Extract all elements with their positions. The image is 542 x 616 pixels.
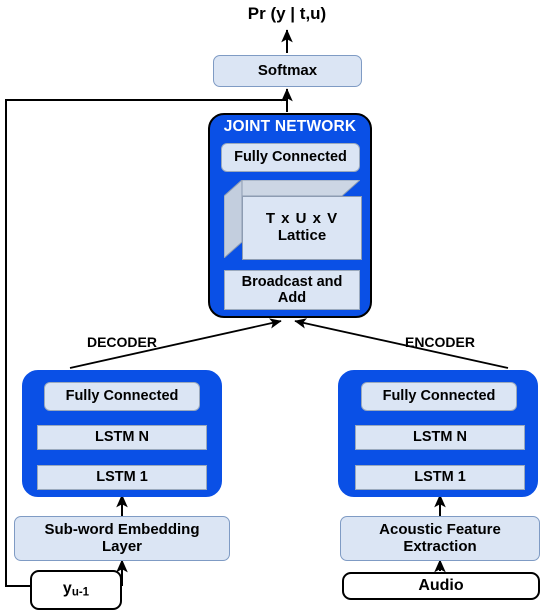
decoder-lstm-n[interactable]: LSTM N: [37, 425, 207, 450]
decoder-section-label-text: DECODER: [86, 334, 157, 351]
embedding-label-line1: Sub-word Embedding: [44, 520, 200, 538]
previous-token-node[interactable]: yu-1: [30, 570, 122, 610]
decoder-lstm-1[interactable]: LSTM 1: [37, 465, 207, 490]
embedding-label-line2: Layer: [101, 537, 143, 555]
encoder-fully-connected[interactable]: Fully Connected: [361, 382, 517, 411]
joint-fully-connected-label: Fully Connected: [234, 149, 347, 166]
decoder-layer-label: LSTM 1: [96, 469, 148, 486]
acoustic-feature-extraction[interactable]: Acoustic Feature Extraction: [340, 516, 540, 561]
encoder-section-label: ENCODER: [362, 333, 518, 353]
joint-network-title-text: JOINT NETWORK: [223, 118, 357, 136]
lattice-label-line1: T x U x V: [265, 210, 339, 228]
encoder-layer-label: Fully Connected: [382, 388, 496, 405]
lattice-label-line2: Lattice: [277, 227, 327, 244]
audio-source-label: Audio: [418, 577, 464, 595]
joint-network-title: JOINT NETWORK: [208, 116, 372, 138]
encoder-layer-label: LSTM 1: [414, 469, 466, 486]
softmax-label: Softmax: [257, 61, 318, 79]
acoustic-label-line2: Extraction: [403, 537, 477, 555]
joint-fully-connected[interactable]: Fully Connected: [221, 143, 360, 172]
broadcast-label-line1: Broadcast and: [241, 273, 343, 290]
previous-token-symbol: y: [62, 580, 72, 598]
previous-token-label: yu-1: [63, 580, 89, 599]
encoder-lstm-1[interactable]: LSTM 1: [355, 465, 525, 490]
audio-source-node[interactable]: Audio: [342, 572, 540, 600]
output-probability-text: Pr (y | t,u): [247, 4, 327, 24]
softmax-node[interactable]: Softmax: [213, 55, 362, 87]
broadcast-and-add-node[interactable]: Broadcast and Add: [224, 270, 360, 310]
encoder-lstm-n[interactable]: LSTM N: [355, 425, 525, 450]
decoder-section-label: DECODER: [44, 333, 200, 353]
decoder-layer-label: LSTM N: [95, 429, 149, 446]
lattice-front-face: T x U x V Lattice: [242, 196, 362, 260]
output-probability-label: Pr (y | t,u): [197, 2, 377, 26]
previous-token-subscript: u-1: [71, 586, 90, 599]
encoder-section-label-text: ENCODER: [404, 334, 475, 351]
acoustic-label-line1: Acoustic Feature: [379, 520, 501, 538]
encoder-layer-label: LSTM N: [413, 429, 467, 446]
sub-word-embedding-layer[interactable]: Sub-word Embedding Layer: [14, 516, 230, 561]
diagram-canvas: Pr (y | t,u) Softmax JOINT NETWORK Fully…: [0, 0, 542, 616]
decoder-fully-connected[interactable]: Fully Connected: [44, 382, 200, 411]
lattice-cube: T x U x V Lattice: [222, 178, 362, 260]
decoder-layer-label: Fully Connected: [65, 388, 179, 405]
broadcast-label-line2: Add: [277, 290, 307, 306]
